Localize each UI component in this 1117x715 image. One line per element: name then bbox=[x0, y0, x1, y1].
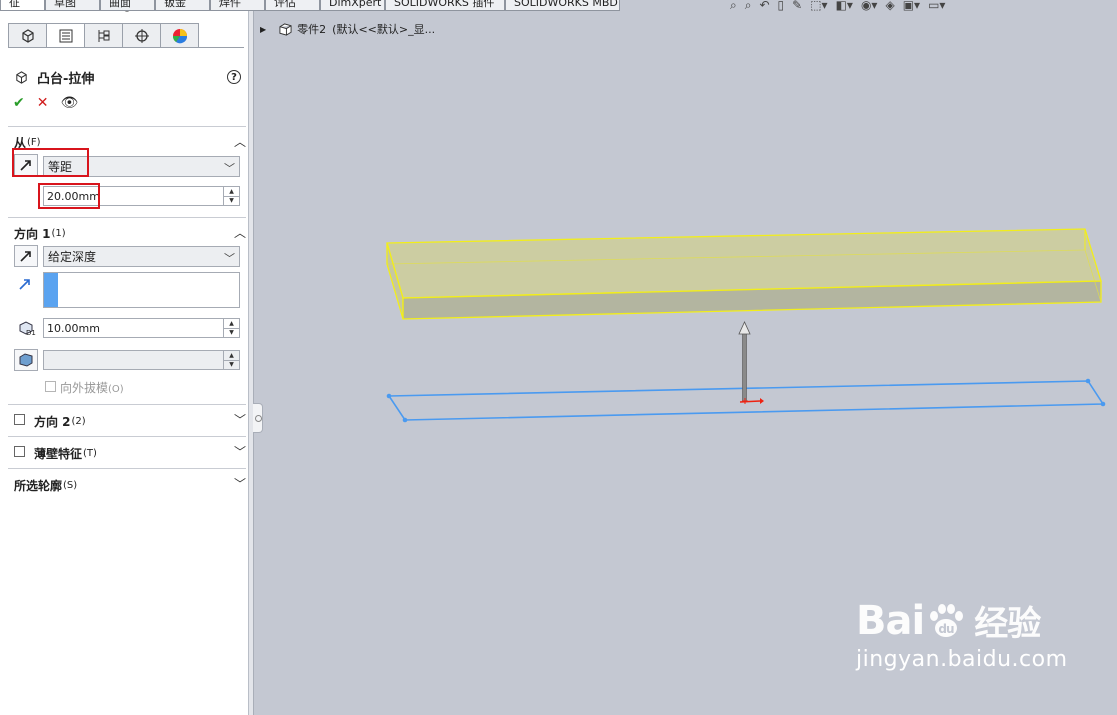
watermark-url: jingyan.baidu.com bbox=[856, 647, 1068, 672]
watermark-brand: Bai bbox=[856, 597, 925, 644]
tab-dimxpert[interactable]: DimXpert bbox=[320, 0, 385, 11]
paw-icon: du bbox=[930, 603, 964, 637]
tab-evaluate[interactable]: 评估 bbox=[265, 0, 320, 11]
depth-drag-arrow[interactable] bbox=[738, 321, 764, 404]
tab-surfaces[interactable]: 曲面 bbox=[100, 0, 155, 11]
tab-sheet-metal[interactable]: 钣金 bbox=[155, 0, 210, 11]
watermark-brand-cn: 经验 bbox=[974, 604, 1041, 644]
tab-solidworks-mbd[interactable]: SOLIDWORKS MBD bbox=[505, 0, 620, 11]
tab-solidworks-addins[interactable]: SOLIDWORKS 插件 bbox=[385, 0, 505, 11]
command-manager-tabs: 征 草图 曲面 钣金 焊件 评估 DimXpert SOLIDWORKS 插件 … bbox=[0, 0, 620, 11]
baidu-watermark: Bai du 经验 jingyan.baidu.com bbox=[856, 596, 1068, 673]
watermark-logo: Bai du 经验 bbox=[856, 596, 1068, 645]
tab-weldments[interactable]: 焊件 bbox=[210, 0, 265, 11]
tab-sketch[interactable]: 草图 bbox=[45, 0, 100, 11]
svg-text:du: du bbox=[939, 622, 955, 636]
tab-features[interactable]: 征 bbox=[0, 0, 45, 11]
extrude-preview-body[interactable] bbox=[386, 228, 1102, 320]
